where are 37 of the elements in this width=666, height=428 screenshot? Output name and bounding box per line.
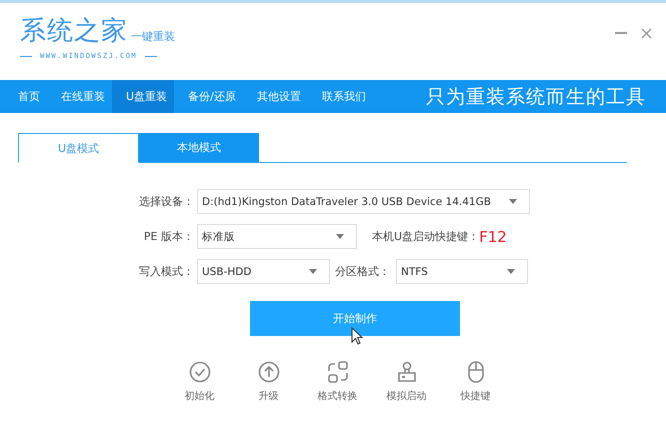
nav-item[interactable]: 首页 (4, 80, 47, 113)
tool-label[interactable]: 模拟启动 (386, 389, 426, 403)
field-label: 选择设备： (138, 194, 195, 209)
convert-icon[interactable] (326, 361, 348, 383)
nav-item[interactable]: 备份/还原 (174, 80, 243, 113)
up-arrow-circle-icon[interactable] (258, 361, 280, 383)
device-dropdown[interactable]: D:(hd1)Kingston DataTraveler 3.0 USB Device 14.41GB (197, 189, 530, 214)
logo-subtitle: 一键重装 (131, 29, 175, 45)
tool-label[interactable]: 快捷键 (460, 389, 490, 403)
nav-item[interactable]: 联系我们 (308, 80, 373, 113)
tool-label[interactable]: 初始化 (184, 389, 214, 403)
pe-version-dropdown[interactable]: 标准版 (197, 224, 357, 249)
caret-icon (309, 269, 317, 274)
tool-label[interactable]: 升级 (258, 389, 278, 403)
mode-tab[interactable]: 本地模式 (139, 133, 259, 162)
nav-item[interactable]: 其他设置 (242, 80, 308, 113)
write-mode-dropdown[interactable]: USB-HDD (197, 259, 330, 284)
check-circle-icon[interactable] (188, 361, 210, 383)
nav-item[interactable]: U盘重装 (112, 80, 174, 113)
field-label: PE 版本： (142, 229, 195, 244)
slogan: 只为重装系统而生的工具 (426, 84, 647, 110)
hotkey-label: 本机U盘启动快捷键： (372, 229, 480, 244)
tool-label[interactable]: 格式转换 (318, 389, 358, 403)
mouse-cursor-icon (351, 327, 363, 345)
caret-icon (507, 269, 515, 274)
partition-format-dropdown[interactable]: NTFS (396, 259, 528, 284)
logo-title: 系统之家 (20, 16, 128, 46)
hotkey-value: F12 (479, 228, 507, 246)
mode-tab[interactable]: U盘模式 (18, 133, 139, 163)
stamp-icon[interactable] (396, 361, 418, 383)
caret-icon (509, 199, 517, 204)
caret-icon (336, 234, 344, 239)
mouse-icon[interactable] (468, 361, 484, 383)
nav-item[interactable]: 在线重装 (47, 80, 112, 113)
field-label: 写入模式： (138, 264, 195, 279)
field-label: 分区格式： (334, 264, 391, 279)
close-icon[interactable] (641, 28, 652, 38)
